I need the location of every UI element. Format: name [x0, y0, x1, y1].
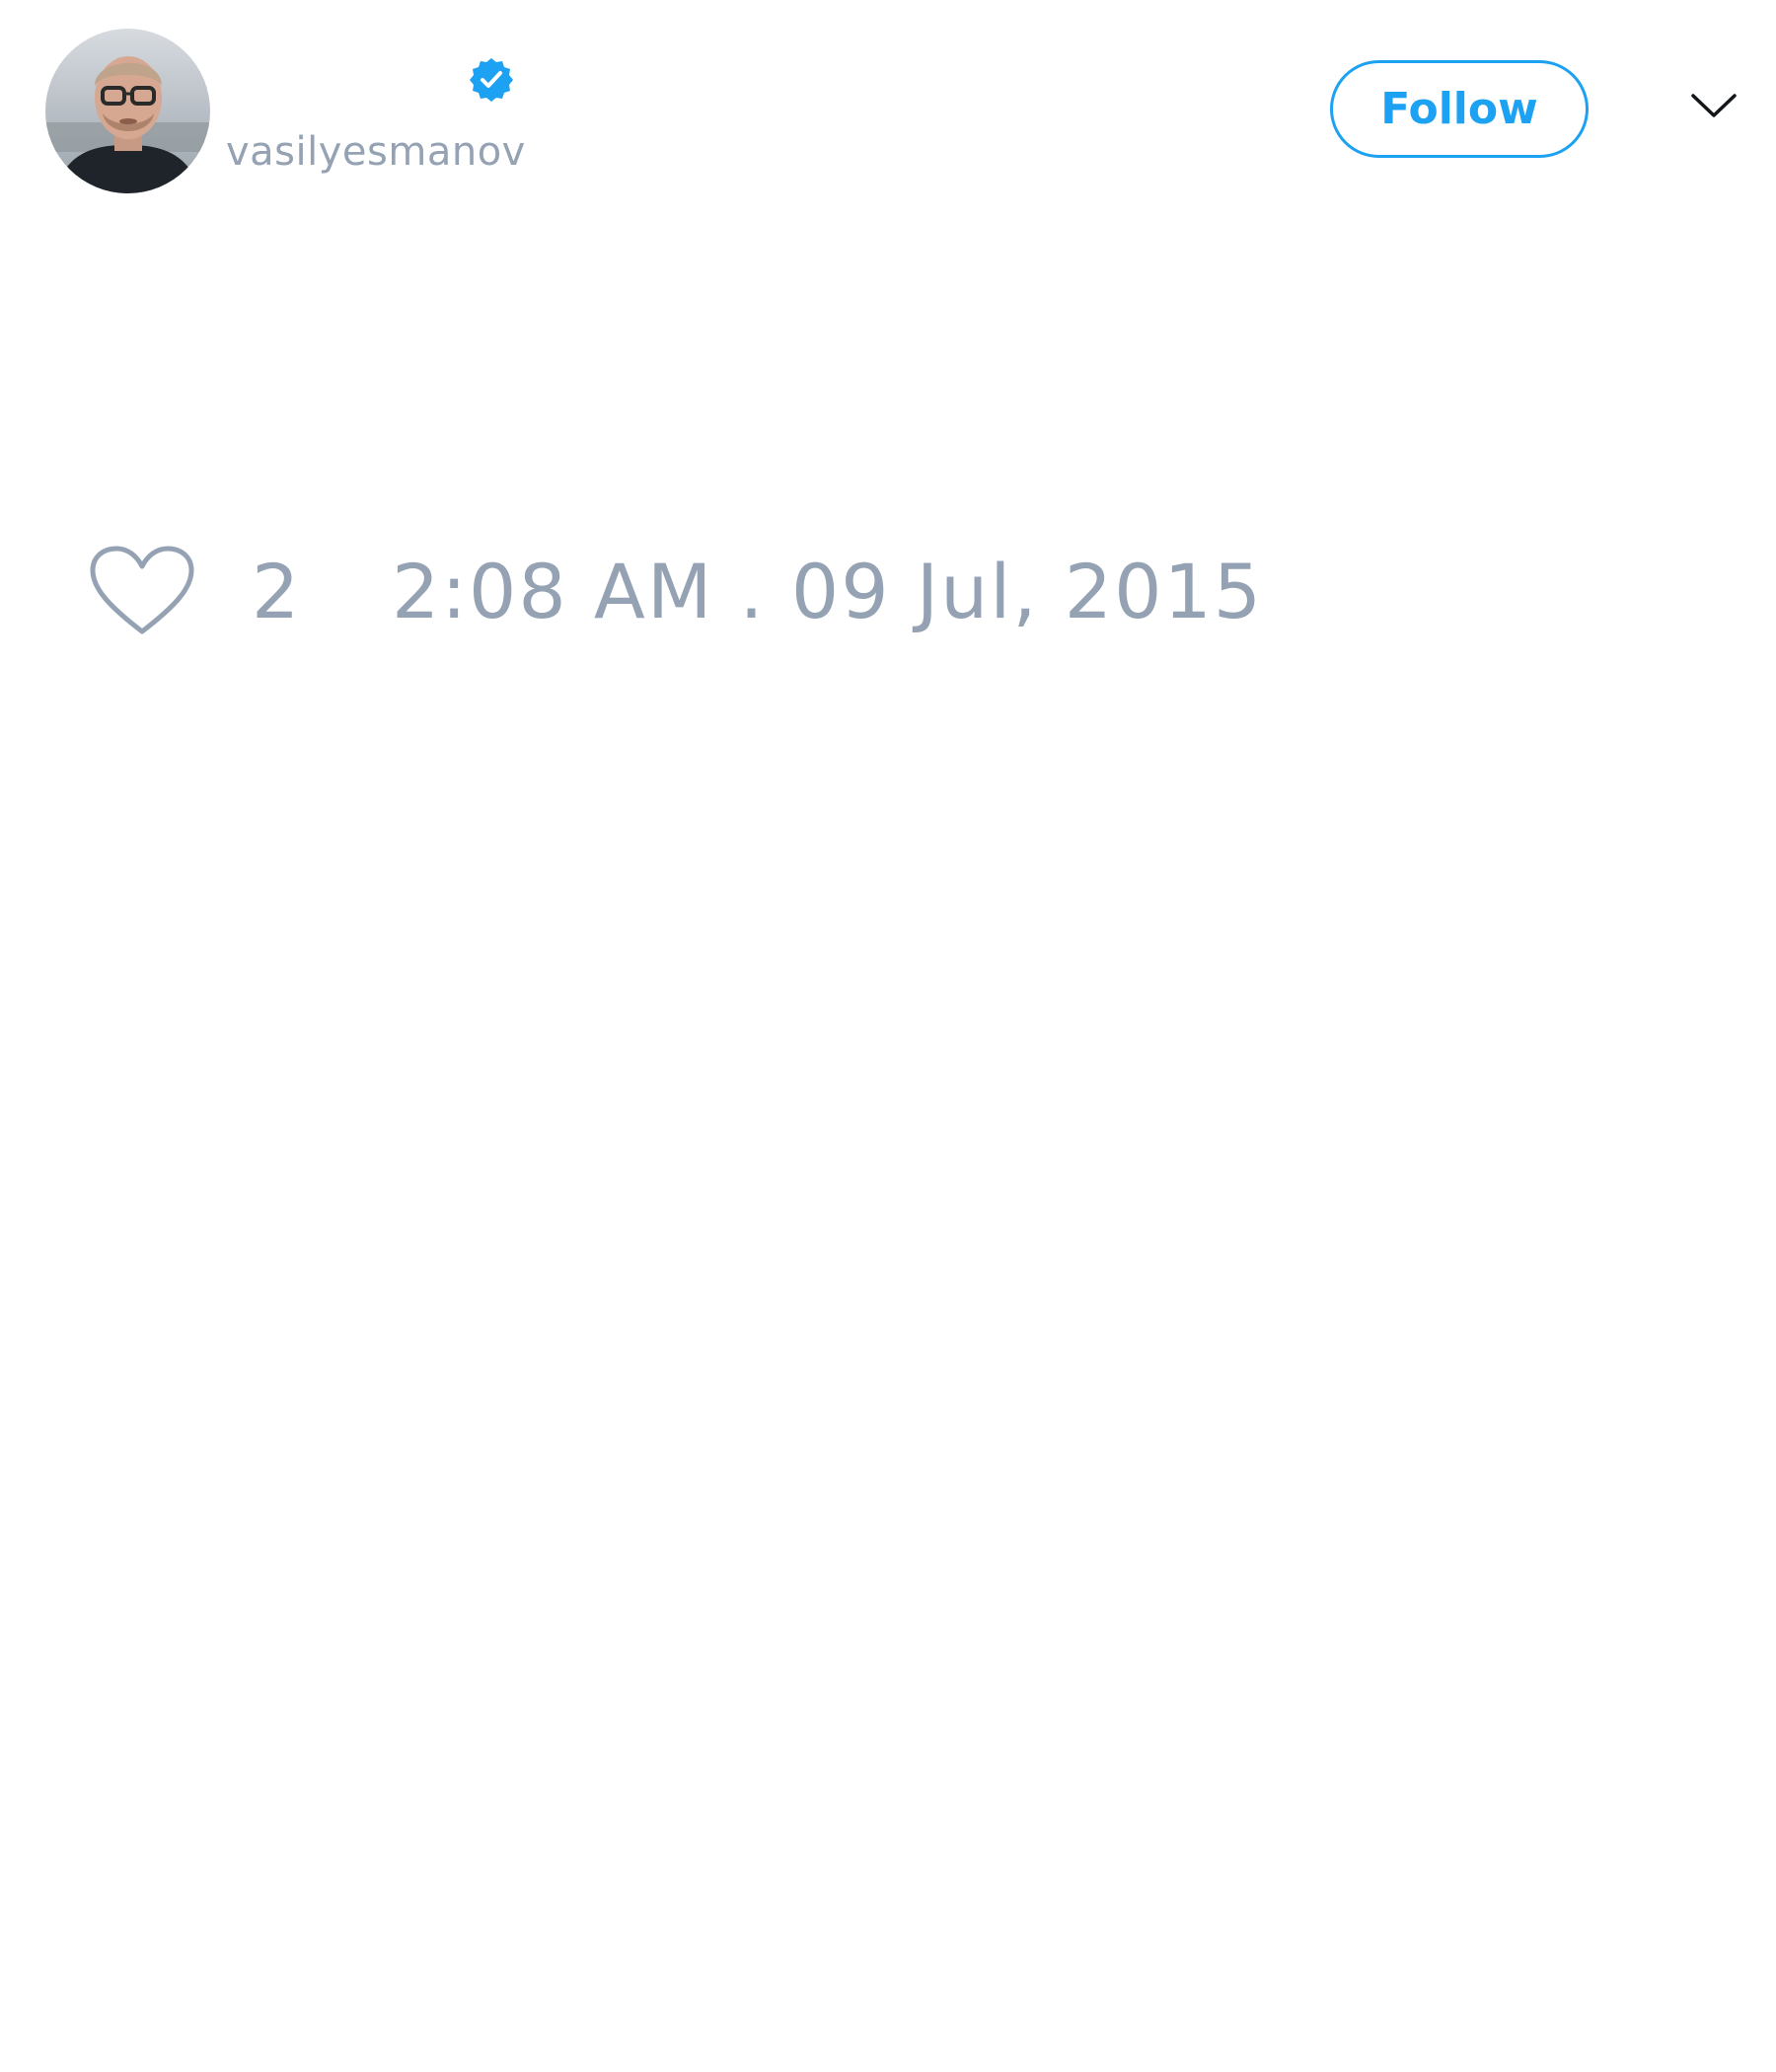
verified-badge-icon — [468, 56, 515, 104]
heart-outline-icon[interactable] — [89, 545, 195, 637]
chevron-down-icon[interactable] — [1689, 91, 1739, 120]
tweet-header: vasilyesmanov Follow — [0, 0, 1776, 207]
avatar[interactable] — [45, 29, 210, 193]
user-handle[interactable]: vasilyesmanov — [226, 128, 526, 176]
avatar-image — [45, 29, 210, 193]
tweet-meta-row: 2 2:08 AM . 09 Jul, 2015 — [0, 533, 1776, 641]
follow-button[interactable]: Follow — [1330, 60, 1589, 158]
like-count: 2 — [252, 548, 300, 635]
tweet-timestamp[interactable]: 2:08 AM . 09 Jul, 2015 — [392, 549, 1263, 635]
